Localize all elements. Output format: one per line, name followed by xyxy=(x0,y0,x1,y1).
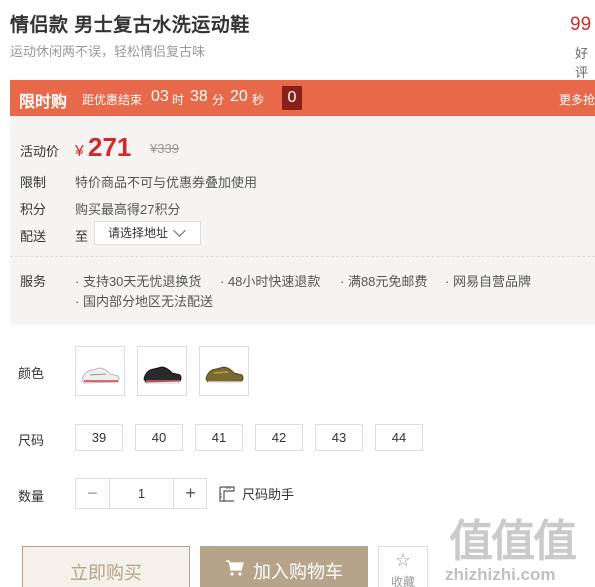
color-swatch-olive[interactable] xyxy=(199,346,249,396)
countdown-seconds: 20 xyxy=(230,88,248,105)
size-helper-label: 尺码助手 xyxy=(242,487,295,502)
rating-score: 99 xyxy=(570,14,592,35)
ruler-icon xyxy=(218,485,236,506)
buy-now-button[interactable]: 立即购买 xyxy=(22,546,190,587)
size-label: 尺码 xyxy=(18,433,45,448)
service-item: · 满88元免邮费 xyxy=(340,274,428,289)
star-icon: ☆ xyxy=(394,550,412,570)
delivery-label: 配送 xyxy=(20,229,47,244)
countdown-extra: 0 xyxy=(282,86,302,110)
color-swatch-black[interactable] xyxy=(137,346,187,396)
flash-sale-bar: 限时购 距优惠结束 03 时 38 分 20 秒 0 更多抢 xyxy=(10,80,595,116)
service-label: 服务 xyxy=(20,274,47,289)
quantity-value[interactable]: 1 xyxy=(110,479,173,508)
add-to-cart-button[interactable]: 加入购物车 xyxy=(200,546,368,587)
chevron-down-icon xyxy=(173,224,186,237)
countdown-seconds-unit: 秒 xyxy=(252,93,265,107)
address-selector[interactable]: 请选择地址 xyxy=(94,221,201,245)
countdown-label: 距优惠结束 xyxy=(82,93,143,107)
size-option[interactable]: 40 xyxy=(135,424,183,451)
shoe-white-icon xyxy=(81,367,120,384)
info-panel: 活动价 ¥ 271 ¥339 限制 特价商品不可与优惠券叠加使用 积分 购买最高… xyxy=(10,116,595,325)
service-item: · 网易自营品牌 xyxy=(445,274,531,289)
points-label: 积分 xyxy=(20,202,47,217)
size-option[interactable]: 43 xyxy=(315,424,363,451)
points-text: 购买最高得27积分 xyxy=(75,202,181,217)
cart-icon xyxy=(225,545,245,587)
restriction-label: 限制 xyxy=(20,175,47,190)
favorite-label: 收藏 xyxy=(390,575,415,587)
service-item: · 支持30天无忧退换货 xyxy=(75,274,202,289)
original-price: ¥339 xyxy=(150,141,179,156)
quantity-label: 数量 xyxy=(18,489,45,504)
countdown-minutes-unit: 分 xyxy=(212,93,225,107)
size-option[interactable]: 41 xyxy=(195,424,243,451)
countdown-hours-unit: 时 xyxy=(172,93,185,107)
currency-symbol: ¥ xyxy=(75,143,84,160)
flash-sale-tag: 限时购 xyxy=(19,94,68,111)
divider xyxy=(10,256,595,257)
countdown-hours: 03 xyxy=(151,88,169,105)
watermark-url: zhizhizhi.com xyxy=(445,565,556,584)
quantity-stepper: − 1 + xyxy=(75,478,207,509)
decrease-button[interactable]: − xyxy=(76,479,110,508)
product-title: 情侣款 男士复古水洗运动鞋 xyxy=(10,10,250,37)
shoe-olive-icon xyxy=(205,366,244,383)
color-swatch-white[interactable] xyxy=(75,346,125,396)
delivery-prefix: 至 xyxy=(75,229,89,244)
restriction-text: 特价商品不可与优惠券叠加使用 xyxy=(75,175,258,190)
address-placeholder: 请选择地址 xyxy=(108,226,169,240)
product-subtitle: 运动休闲两不误，轻松情侣复古味 xyxy=(10,44,206,59)
more-flash-sale-link[interactable]: 更多抢 xyxy=(559,91,595,108)
size-option[interactable]: 42 xyxy=(255,424,303,451)
sale-price: 271 xyxy=(88,132,132,162)
service-item: · 48小时快速退款 xyxy=(220,274,321,289)
watermark: 值值值 zhizhizhi.com xyxy=(445,505,595,587)
add-to-cart-label: 加入购物车 xyxy=(253,562,343,582)
size-option[interactable]: 44 xyxy=(375,424,423,451)
size-helper-link[interactable]: 尺码助手 xyxy=(218,484,294,506)
shoe-black-icon xyxy=(143,366,182,384)
product-title-text: 情侣款 男士复古水洗运动鞋 xyxy=(10,15,250,36)
countdown-minutes: 38 xyxy=(190,88,208,105)
service-item: · 国内部分地区无法配送 xyxy=(75,294,213,309)
rating-label: 好评 xyxy=(575,46,589,80)
watermark-logo: 值值值 xyxy=(449,517,577,566)
favorite-button[interactable]: ☆ 收藏 xyxy=(378,546,428,587)
size-option[interactable]: 39 xyxy=(75,424,123,451)
color-label: 颜色 xyxy=(18,366,45,381)
increase-button[interactable]: + xyxy=(173,479,207,508)
price-label: 活动价 xyxy=(20,144,60,159)
